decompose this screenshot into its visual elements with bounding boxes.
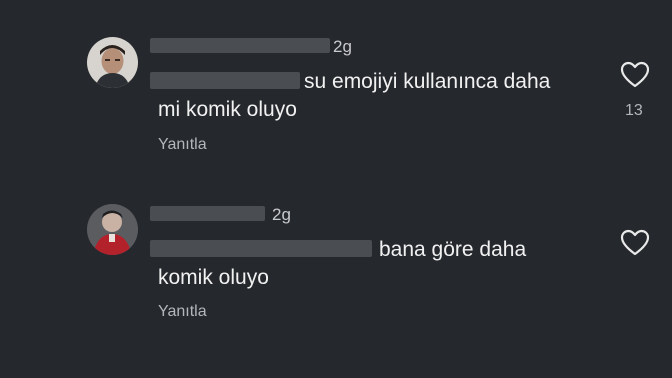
like-count: 13 (625, 102, 643, 119)
comment-item: 2g bana göre daha komik oluyo Yanıtla (0, 190, 672, 378)
comment-text-line1: bana göre daha (379, 238, 527, 261)
like-button[interactable] (620, 229, 650, 257)
avatar[interactable] (87, 37, 138, 88)
comment-text-line2: mi komik oluyo (158, 98, 297, 121)
comment-time: 2g (272, 205, 291, 224)
comment-text-line1: su emojiyi kullanınca daha (304, 70, 551, 93)
comment-text-line2: komik oluyo (158, 266, 269, 289)
reply-button[interactable]: Yanıtla (158, 136, 207, 154)
heart-outline-icon (620, 61, 650, 88)
like-button[interactable] (620, 61, 650, 89)
mention-redacted[interactable] (150, 240, 372, 257)
heart-outline-icon (620, 229, 650, 256)
comment-time: 2g (333, 37, 352, 56)
reply-button[interactable]: Yanıtla (158, 303, 207, 321)
mention-redacted[interactable] (150, 72, 300, 89)
avatar[interactable] (87, 204, 138, 255)
comment-item: 2g su emojiyi kullanınca daha mi komik o… (0, 0, 672, 190)
username-redacted[interactable] (150, 38, 330, 53)
username-redacted[interactable] (150, 206, 265, 221)
